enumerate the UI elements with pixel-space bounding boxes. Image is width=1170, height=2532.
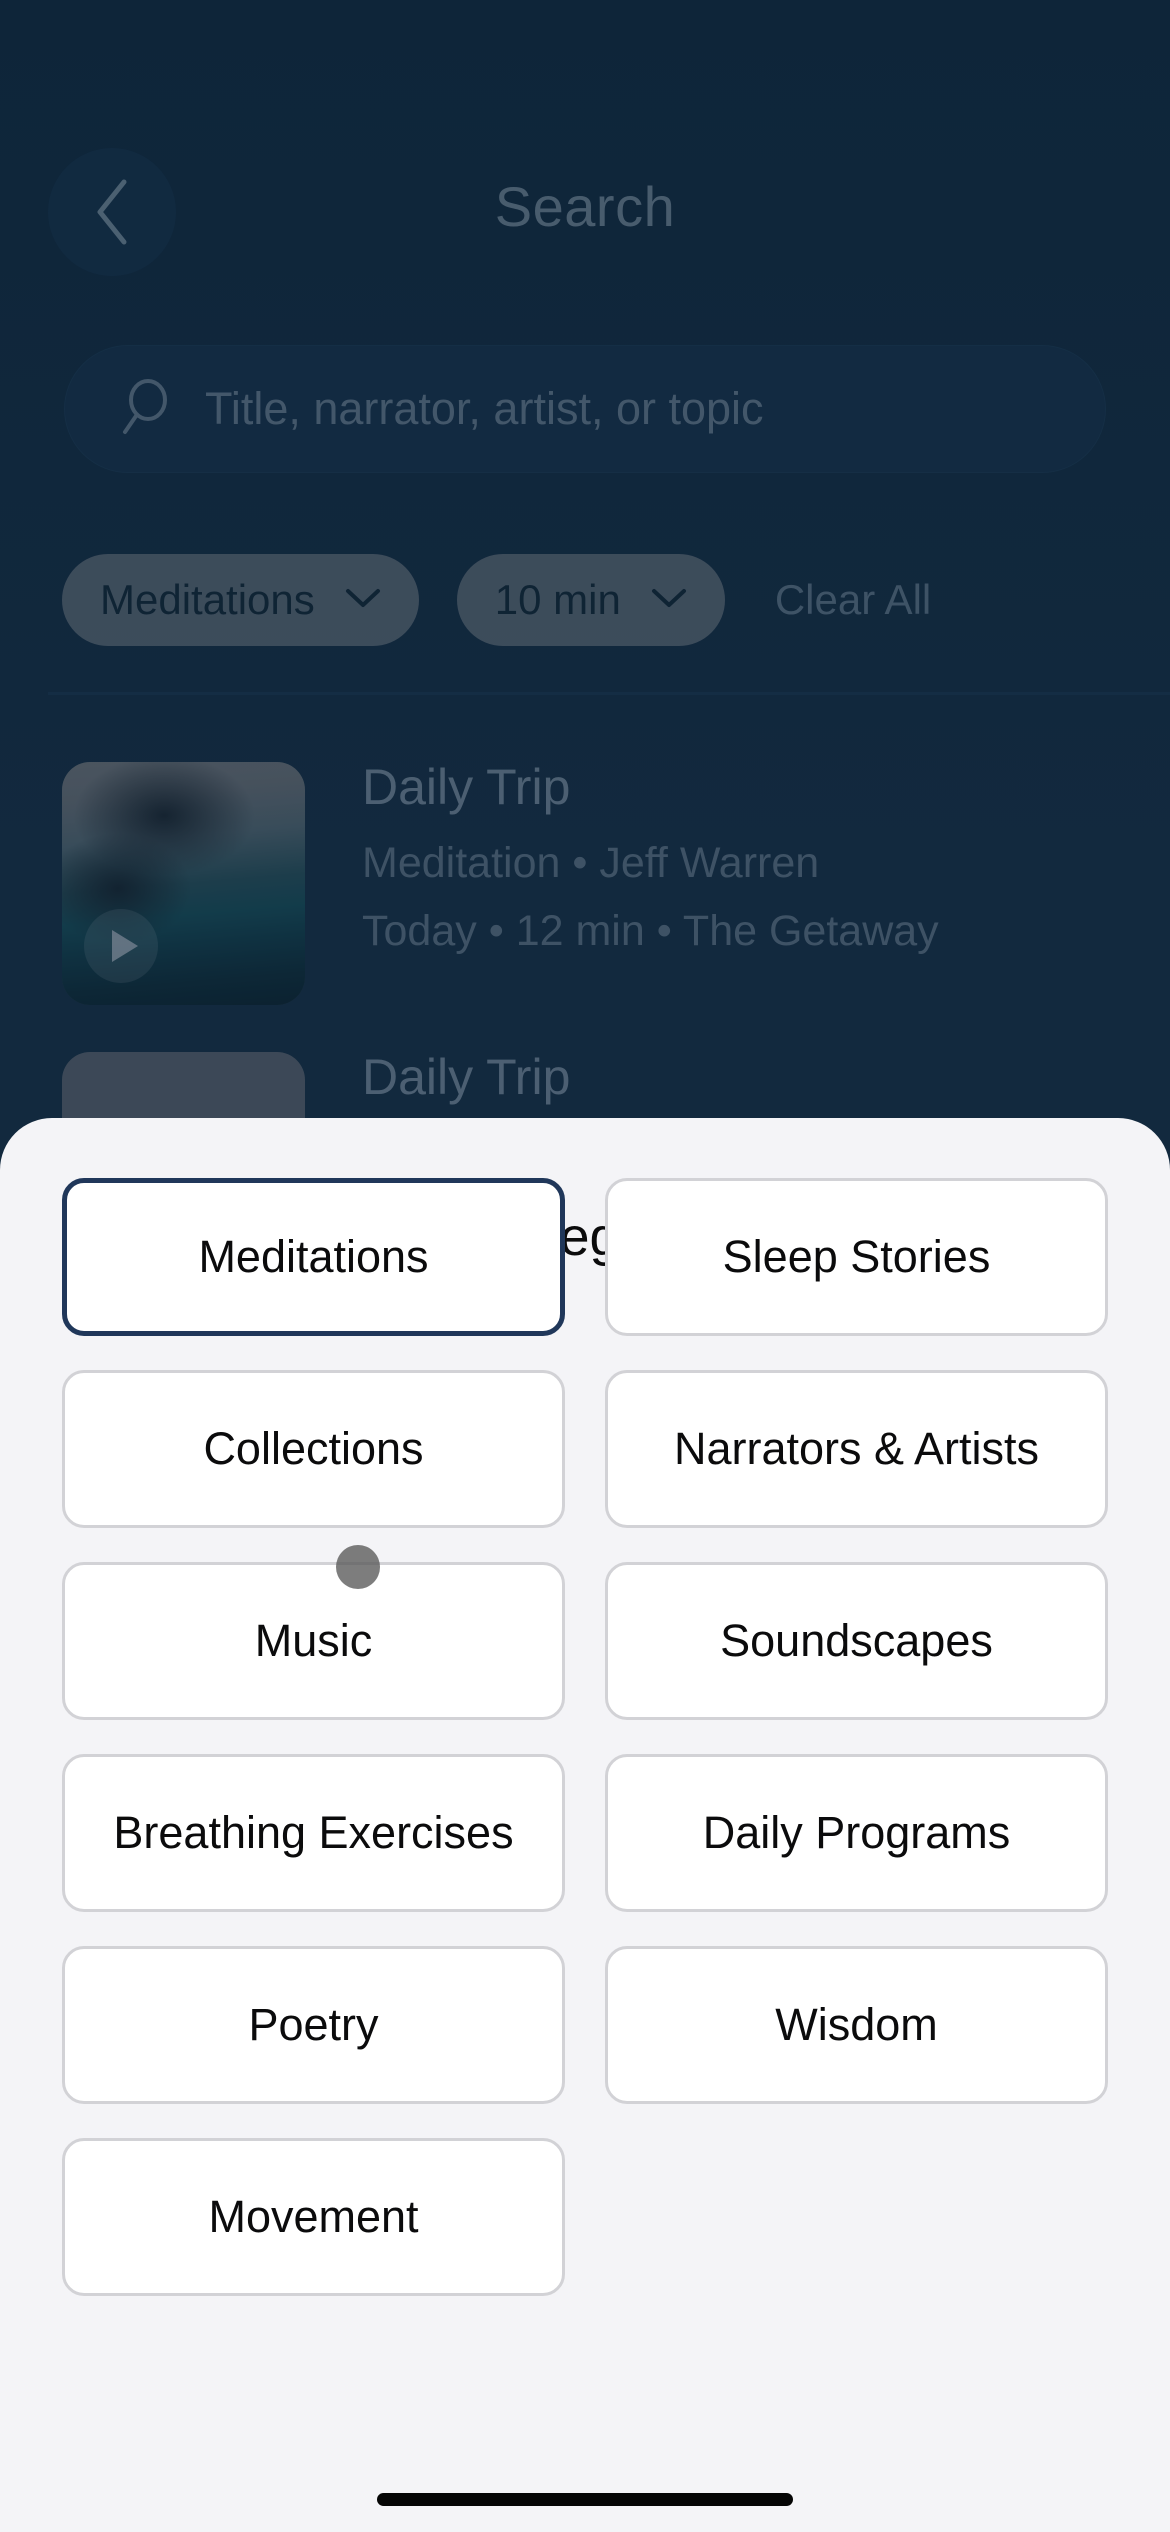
- category-option-poetry[interactable]: Poetry: [62, 1946, 565, 2104]
- chevron-down-icon: [651, 587, 687, 614]
- result-meta-primary: Meditation • Jeff Warren: [362, 839, 820, 887]
- result-list-item[interactable]: Daily Trip Meditation • Jeff Warren Toda…: [62, 762, 1122, 1005]
- page-title: Search: [494, 175, 676, 238]
- search-icon: [121, 378, 173, 441]
- clear-all-button[interactable]: Clear All: [775, 576, 931, 624]
- category-option-breathing-exercises[interactable]: Breathing Exercises: [62, 1754, 565, 1912]
- result-title: Daily Trip: [362, 1049, 571, 1105]
- result-text-block: Daily Trip Meditation • Jeff Warren Toda…: [362, 762, 939, 978]
- category-option-label: Meditations: [198, 1231, 429, 1282]
- category-option-collections[interactable]: Collections: [62, 1370, 565, 1528]
- category-option-movement[interactable]: Movement: [62, 2138, 565, 2296]
- nav-header: Search: [0, 148, 1170, 278]
- filter-chip-duration-label: 10 min: [494, 576, 621, 623]
- result-title: Daily Trip: [362, 759, 571, 815]
- tap-indicator: [336, 1545, 380, 1589]
- category-option-label: Wisdom: [775, 1999, 938, 2050]
- category-option-label: Sleep Stories: [722, 1231, 991, 1282]
- category-option-label: Soundscapes: [720, 1615, 993, 1666]
- category-option-sleep-stories[interactable]: Sleep Stories: [605, 1178, 1108, 1336]
- category-option-wisdom[interactable]: Wisdom: [605, 1946, 1108, 2104]
- thumbnail: [62, 762, 305, 1005]
- category-option-label: Music: [254, 1615, 373, 1666]
- category-option-meditations[interactable]: Meditations: [62, 1178, 565, 1336]
- category-option-label: Breathing Exercises: [113, 1807, 514, 1858]
- chevron-down-icon: [345, 587, 381, 614]
- search-input[interactable]: Title, narrator, artist, or topic: [64, 345, 1106, 473]
- category-option-narrators-and-artists[interactable]: Narrators & Artists: [605, 1370, 1108, 1528]
- category-option-soundscapes[interactable]: Soundscapes: [605, 1562, 1108, 1720]
- app-root: Search Title, narrator, artist, or topic…: [0, 0, 1170, 2532]
- play-icon[interactable]: [84, 909, 158, 983]
- category-option-label: Narrators & Artists: [673, 1423, 1040, 1474]
- category-option-label: Daily Programs: [702, 1807, 1011, 1858]
- result-meta-secondary: Today • 12 min • The Getaway: [362, 907, 939, 955]
- category-option-label: Movement: [208, 2191, 419, 2242]
- category-option-daily-programs[interactable]: Daily Programs: [605, 1754, 1108, 1912]
- filter-chip-category-label: Meditations: [100, 576, 315, 623]
- filters-divider: [48, 692, 1170, 695]
- home-indicator: [377, 2493, 793, 2506]
- category-grid: Meditations Sleep Stories Collections Narra…: [62, 1178, 1108, 2296]
- search-input-placeholder: Title, narrator, artist, or topic: [205, 383, 764, 434]
- filter-chip-category[interactable]: Meditations: [62, 554, 419, 646]
- category-option-label: Collections: [203, 1423, 424, 1474]
- filter-chip-duration[interactable]: 10 min: [456, 554, 725, 646]
- category-option-label: Poetry: [248, 1999, 379, 2050]
- category-option-music[interactable]: Music: [62, 1562, 565, 1720]
- filter-chip-row: Meditations 10 min Clear All: [0, 545, 1170, 655]
